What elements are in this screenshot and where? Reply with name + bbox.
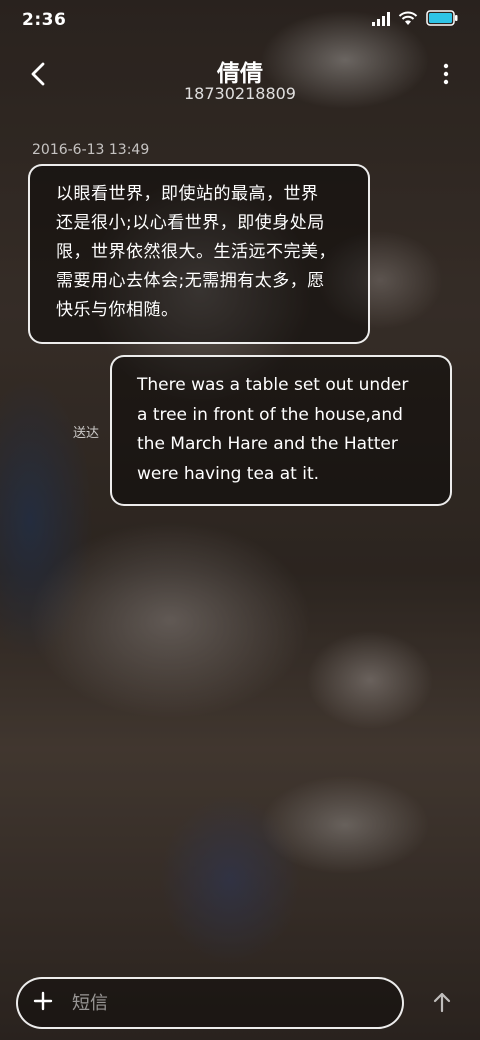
more-options-button[interactable] bbox=[436, 62, 456, 90]
message-input[interactable] bbox=[68, 979, 402, 1027]
status-bar: 2:36 bbox=[0, 0, 480, 40]
message-line: the March Hare and the Hatter bbox=[137, 434, 398, 454]
message-line: 快乐与你相随。 bbox=[56, 300, 179, 320]
message-line: There was a table set out under bbox=[137, 375, 409, 395]
outgoing-message-bubble[interactable]: There was a table set out under a tree i… bbox=[110, 355, 452, 506]
status-icons bbox=[372, 10, 458, 30]
battery-icon bbox=[426, 10, 458, 30]
plus-icon bbox=[33, 991, 53, 1015]
delivery-status: 送达 bbox=[73, 426, 100, 441]
status-time: 2:36 bbox=[22, 10, 67, 30]
outgoing-message-text: There was a table set out under a tree i… bbox=[137, 371, 440, 489]
message-timestamp: 2016-6-13 13:49 bbox=[32, 142, 150, 158]
send-arrow-up-icon bbox=[432, 991, 452, 1017]
wifi-icon bbox=[398, 11, 418, 30]
contact-number: 18730218809 bbox=[184, 84, 296, 103]
contact-name: 倩倩 bbox=[217, 61, 263, 87]
message-line: 以眼看世界，即使站的最高，世界 bbox=[56, 184, 319, 204]
message-line: 还是很小;以心看世界，即使身处局 bbox=[56, 213, 325, 233]
message-line: 限，世界依然很大。生活远不完美， bbox=[56, 242, 336, 262]
conversation-header: 倩倩 18730218809 bbox=[0, 46, 480, 110]
message-line: 需要用心去体会;无需拥有太多，愿 bbox=[56, 271, 325, 291]
signal-icon bbox=[372, 11, 390, 30]
add-attachment-button[interactable] bbox=[18, 979, 68, 1027]
message-line: were having tea at it. bbox=[137, 463, 320, 484]
message-line: a tree in front of the house,and bbox=[137, 404, 403, 425]
incoming-message-text: 以眼看世界，即使站的最高，世界 还是很小;以心看世界，即使身处局 限，世界依然很… bbox=[56, 180, 344, 325]
incoming-message-bubble[interactable]: 以眼看世界，即使站的最高，世界 还是很小;以心看世界，即使身处局 限，世界依然很… bbox=[28, 164, 370, 344]
message-composer bbox=[16, 977, 404, 1029]
send-button[interactable] bbox=[428, 990, 456, 1018]
more-vertical-icon bbox=[443, 63, 449, 89]
